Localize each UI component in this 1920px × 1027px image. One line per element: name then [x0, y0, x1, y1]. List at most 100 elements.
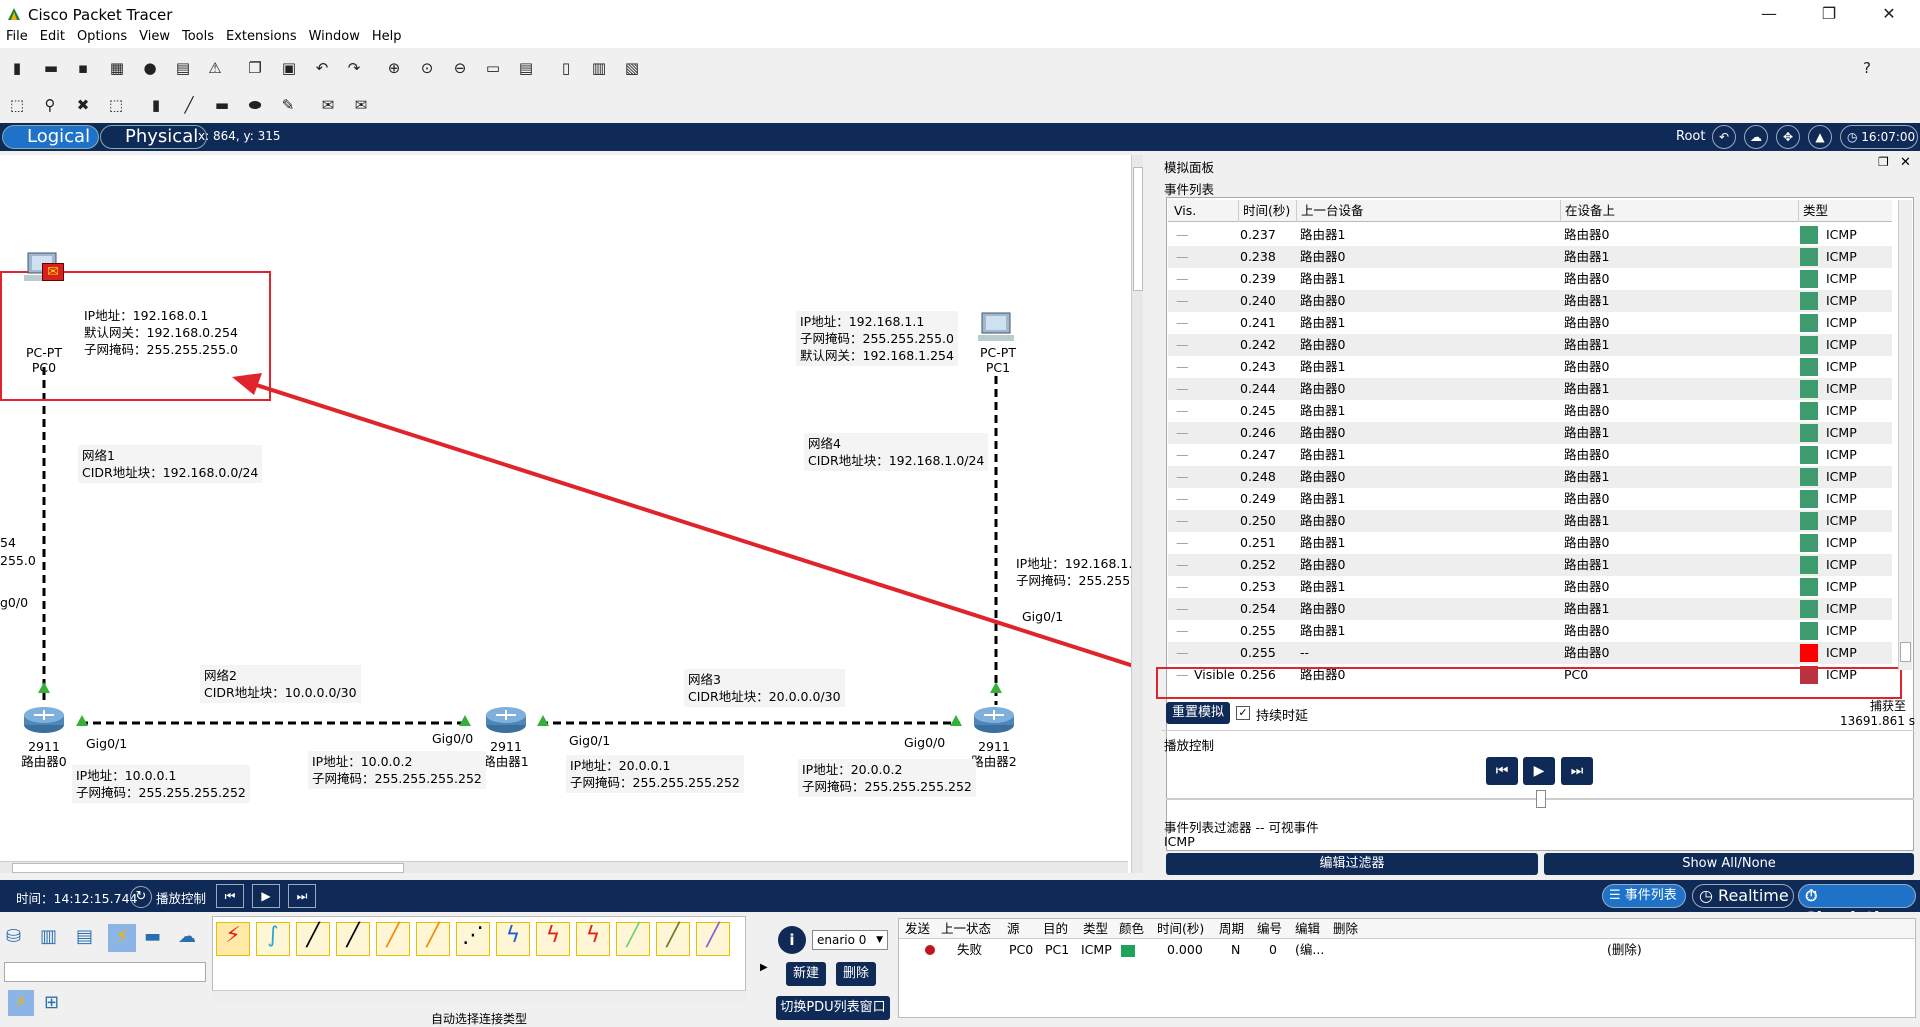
delete-icon[interactable]: ✖	[72, 94, 94, 116]
copper-straight-icon[interactable]: ╱	[296, 922, 330, 956]
scenario-info-button[interactable]: i	[778, 926, 806, 954]
clock-display[interactable]: ◷ 16:07:00	[1840, 125, 1918, 149]
info-icon[interactable]: ●	[139, 57, 161, 79]
vertical-scrollbar[interactable]	[1131, 155, 1143, 873]
event-row[interactable]: — 0.255 路由器1 路由器0 ICMP	[1168, 620, 1892, 642]
pdu-col-destination[interactable]: 目的	[1043, 919, 1068, 939]
menu-help[interactable]: Help	[366, 28, 408, 44]
reset-simulation-button[interactable]: 重置模拟	[1166, 702, 1230, 724]
multiuser-icon[interactable]: ☁	[178, 926, 206, 952]
coaxial-icon[interactable]: ⋰	[456, 922, 490, 956]
constant-delay-checkbox[interactable]: ✓	[1236, 706, 1250, 720]
pdu-col-edit[interactable]: 编辑	[1295, 919, 1320, 939]
simulation-tab[interactable]: ⏱ Simulation	[1798, 884, 1916, 927]
connections-subcategory-icon[interactable]: ⚡	[8, 990, 34, 1016]
zoom-in-icon[interactable]: ⊕	[383, 57, 405, 79]
copy-icon[interactable]: ❐	[244, 57, 266, 79]
pdu-row[interactable]: 失败 PC0 PC1 ICMP 0.000 N 0 (编... (删除)	[899, 941, 1915, 959]
save-icon[interactable]: ▪	[72, 57, 94, 79]
delete-scenario-button[interactable]: 删除	[836, 962, 876, 986]
event-row[interactable]: — 0.252 路由器0 路由器1 ICMP	[1168, 554, 1892, 576]
router1-device-icon[interactable]	[484, 705, 528, 735]
note-icon[interactable]: ▮	[145, 94, 167, 116]
zoom-reset-icon[interactable]: ⊙	[416, 57, 438, 79]
pc1-device-icon[interactable]	[978, 311, 1018, 347]
col-time[interactable]: 时间(秒)	[1238, 200, 1290, 222]
pdu-col-num[interactable]: 编号	[1257, 919, 1282, 939]
octal-icon[interactable]: ϟ	[576, 922, 610, 956]
event-row[interactable]: — 0.243 路由器1 路由器0 ICMP	[1168, 356, 1892, 378]
grid-icon[interactable]: ⊞	[44, 992, 59, 1013]
menu-tools[interactable]: Tools	[176, 28, 220, 44]
select-icon[interactable]: ⬚	[6, 94, 28, 116]
network-devices-icon[interactable]: ⛁	[6, 926, 34, 952]
event-row[interactable]: — 0.254 路由器0 路由器1 ICMP	[1168, 598, 1892, 620]
cloud-icon[interactable]: ☁	[1744, 125, 1768, 149]
col-type[interactable]: 类型	[1798, 200, 1828, 222]
pdu-col-type[interactable]: 类型	[1083, 919, 1108, 939]
realtime-tab[interactable]: ◷ Realtime	[1692, 884, 1794, 908]
event-row[interactable]: — 0.239 路由器1 路由器0 ICMP	[1168, 268, 1892, 290]
serial-dte-icon[interactable]: ϟ	[536, 922, 570, 956]
event-row[interactable]: — 0.251 路由器1 路由器0 ICMP	[1168, 532, 1892, 554]
drawing-palette-icon[interactable]: ▭	[482, 57, 504, 79]
event-row[interactable]: — 0.249 路由器1 路由器0 ICMP	[1168, 488, 1892, 510]
horizontal-scrollbar[interactable]	[0, 861, 1128, 873]
draw-rectangle-icon[interactable]: ▬	[211, 94, 233, 116]
undo-icon[interactable]: ↶	[311, 57, 333, 79]
menu-view[interactable]: View	[133, 28, 176, 44]
menu-file[interactable]: File	[0, 28, 34, 44]
power-cycle-icon[interactable]: ↻	[130, 886, 152, 908]
minimize-button[interactable]: —	[1746, 0, 1792, 30]
pdu-col-fire[interactable]: 发送	[905, 919, 930, 939]
event-row[interactable]: — 0.238 路由器0 路由器1 ICMP	[1168, 246, 1892, 268]
pdu-col-color[interactable]: 颜色	[1119, 919, 1144, 939]
phone-cable-icon[interactable]: ╱	[416, 922, 450, 956]
bottom-forward-button[interactable]: ⏭	[288, 884, 316, 908]
pdu-col-periodic[interactable]: 周期	[1219, 919, 1244, 939]
event-row[interactable]: — 0.237 路由器1 路由器0 ICMP	[1168, 224, 1892, 246]
connections-scrollbar[interactable]	[212, 990, 746, 1002]
root-label[interactable]: Root	[1676, 129, 1705, 144]
misc-icon[interactable]: ▬	[144, 926, 172, 952]
serial-dce-icon[interactable]: ϟ	[496, 922, 530, 956]
draw-ellipse-icon[interactable]: ⬬	[244, 94, 266, 116]
menu-extensions[interactable]: Extensions	[220, 28, 303, 44]
inspect-icon[interactable]: ⚲	[39, 94, 61, 116]
pdu-edit-link[interactable]: (编...	[1295, 941, 1324, 959]
connections-icon[interactable]: ⚡	[108, 924, 136, 952]
router2-device-icon[interactable]	[972, 705, 1016, 735]
menu-window[interactable]: Window	[303, 28, 366, 44]
event-row[interactable]: — 0.242 路由器0 路由器1 ICMP	[1168, 334, 1892, 356]
show-all-none-button[interactable]: Show All/None	[1544, 853, 1914, 875]
iot-cable-icon[interactable]: ╱	[616, 922, 650, 956]
simple-pdu-icon[interactable]: ✉	[317, 94, 339, 116]
horizontal-scroll-thumb[interactable]	[12, 863, 404, 873]
complex-pdu-icon[interactable]: ✉	[350, 94, 372, 116]
menu-options[interactable]: Options	[71, 28, 133, 44]
event-row[interactable]: — 0.253 路由器1 路由器0 ICMP	[1168, 576, 1892, 598]
components-icon[interactable]: ▤	[76, 926, 104, 952]
new-file-icon[interactable]: ▮	[6, 57, 28, 79]
close-button[interactable]: ✕	[1866, 0, 1912, 30]
bottom-play-button[interactable]: ▶	[252, 884, 280, 908]
bottom-back-button[interactable]: ⏮	[216, 884, 244, 908]
vertical-scroll-thumb[interactable]	[1133, 167, 1143, 291]
logical-tab[interactable]: Logical	[2, 125, 100, 149]
wizard-icon[interactable]: ▤	[172, 57, 194, 79]
device-search-box[interactable]	[4, 962, 206, 982]
help-icon[interactable]: ?	[1856, 57, 1878, 79]
resize-icon[interactable]: ⬚	[105, 94, 127, 116]
menu-edit[interactable]: Edit	[34, 28, 71, 44]
maximize-button[interactable]: ❐	[1806, 0, 1852, 30]
col-vis[interactable]: Vis.	[1174, 200, 1196, 222]
event-row[interactable]: — 0.241 路由器1 路由器0 ICMP	[1168, 312, 1892, 334]
freeform-icon[interactable]: ✎	[277, 94, 299, 116]
close-panel-icon[interactable]: ✕	[1900, 155, 1911, 170]
event-row[interactable]: — 0.250 路由器0 路由器1 ICMP	[1168, 510, 1892, 532]
play-speed-thumb[interactable]	[1536, 790, 1546, 808]
device-dialog-icon[interactable]: ▥	[588, 57, 610, 79]
console-cable-icon[interactable]: ∫	[256, 922, 290, 956]
logical-workspace[interactable]: ✉ PC-PT PC0 IP地址：192.168.0.1 默认网关：192.16…	[0, 155, 1143, 873]
event-scroll-thumb[interactable]	[1900, 642, 1911, 662]
